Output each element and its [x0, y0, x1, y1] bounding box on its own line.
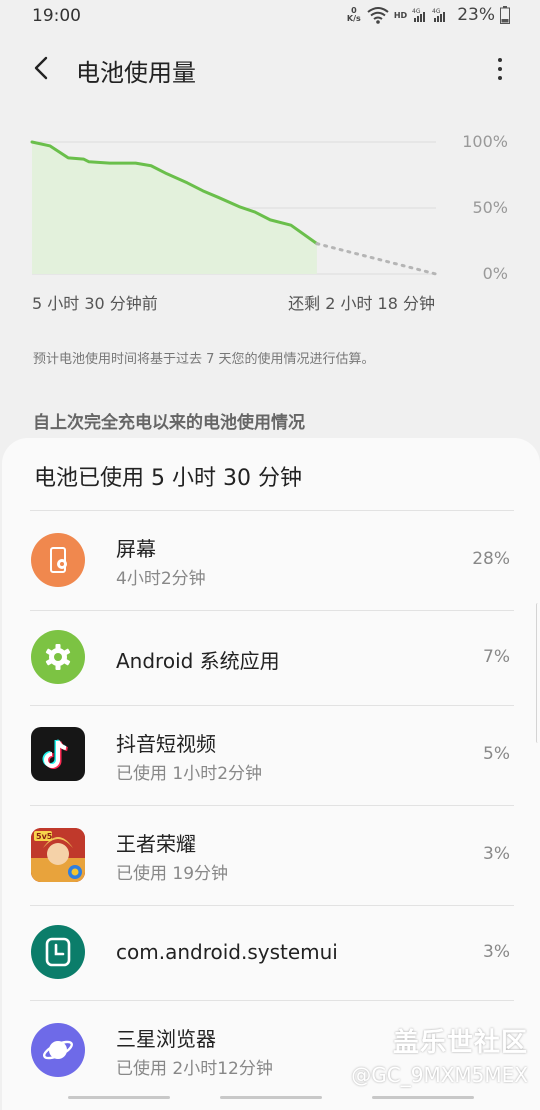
planet-icon	[31, 1023, 85, 1077]
app-row-systemui[interactable]: com.android.systemui 3%	[2, 906, 540, 1000]
app-name: com.android.systemui	[116, 940, 338, 964]
app-usage-time: 已使用 1小时2分钟	[116, 764, 263, 784]
wifi-icon	[367, 7, 389, 24]
status-icons: 0 K/s HD 4G 4G 23%	[346, 5, 510, 25]
usage-total: 电池已使用 5 小时 30 分钟	[34, 466, 302, 491]
gear-icon	[31, 630, 85, 684]
app-usage-time: 已使用 19分钟	[116, 864, 229, 884]
app-row-android-system[interactable]: Android 系统应用 7%	[2, 611, 540, 705]
app-name: 三星浏览器	[116, 1027, 216, 1051]
app-name: Android 系统应用	[116, 649, 280, 673]
section-title: 自上次完全充电以来的电池使用情况	[33, 413, 305, 433]
app-name: 抖音短视频	[116, 732, 216, 756]
svg-text:4G: 4G	[412, 8, 421, 15]
battery-percent: 23%	[457, 5, 495, 25]
clock-icon	[31, 925, 85, 979]
svg-text:5v5: 5v5	[36, 832, 53, 841]
game-icon: 5v5	[31, 828, 85, 882]
watermark-handle: @GC_9MXM5MEX	[351, 1063, 528, 1087]
estimate-note: 预计电池使用时间将基于过去 7 天您的使用情况进行估算。	[33, 352, 375, 367]
signal-icon: 4G 4G	[412, 8, 446, 22]
usage-card: 电池已使用 5 小时 30 分钟 屏幕 4小时2分钟 28% Android 系…	[2, 438, 540, 1110]
app-row-screen[interactable]: 屏幕 4小时2分钟 28%	[2, 511, 540, 610]
watermark-logo: 盖乐世社区	[392, 1028, 528, 1058]
nav-home-hint[interactable]	[220, 1096, 322, 1099]
x-start-label: 5 小时 30 分钟前	[32, 294, 158, 313]
tiktok-icon	[31, 727, 85, 781]
app-name: 屏幕	[116, 537, 156, 561]
status-time: 19:00	[32, 6, 81, 26]
battery-icon	[500, 6, 510, 24]
app-row-honor-of-kings[interactable]: 5v5 王者荣耀 已使用 19分钟 3%	[2, 806, 540, 905]
more-dot-icon	[498, 67, 502, 71]
nav-recents-hint[interactable]	[68, 1096, 170, 1099]
y-tick-label: 100%	[462, 132, 508, 151]
back-button[interactable]	[26, 52, 58, 84]
app-usage-time: 4小时2分钟	[116, 569, 206, 589]
app-percent: 7%	[483, 647, 510, 667]
scrollbar[interactable]	[536, 603, 540, 743]
more-options-button[interactable]	[488, 52, 512, 86]
nav-back-hint[interactable]	[372, 1096, 474, 1099]
battery-projection-line	[315, 242, 438, 276]
back-arrow-icon	[34, 56, 48, 80]
app-percent: 5%	[483, 744, 510, 764]
y-tick-label: 50%	[472, 198, 508, 217]
y-tick-label: 0%	[482, 264, 508, 283]
x-end-label: 还剩 2 小时 18 分钟	[288, 294, 435, 313]
app-bar: 电池使用量	[0, 40, 540, 98]
app-percent: 3%	[483, 844, 510, 864]
screen-icon	[31, 533, 85, 587]
app-name: 王者荣耀	[116, 832, 196, 856]
svg-text:4G: 4G	[432, 8, 441, 15]
app-percent: 3%	[483, 942, 510, 962]
more-dot-icon	[498, 58, 502, 62]
app-row-douyin[interactable]: 抖音短视频 已使用 1小时2分钟 5%	[2, 706, 540, 805]
status-bar: 19:00 0 K/s HD 4G 4G 23%	[0, 0, 540, 34]
battery-chart: 100% 50% 0% 5 小时 30 分钟前 还剩 2 小时 18 分钟	[0, 120, 540, 320]
app-usage-time: 已使用 2小时12分钟	[116, 1059, 273, 1079]
app-percent: 28%	[472, 549, 510, 569]
network-speed: 0 K/s	[346, 6, 361, 23]
page-title: 电池使用量	[76, 59, 196, 87]
more-dot-icon	[498, 76, 502, 80]
hd-indicator: HD	[393, 10, 408, 20]
watermark: 盖乐世社区 @GC_9MXM5MEX	[351, 1022, 528, 1087]
